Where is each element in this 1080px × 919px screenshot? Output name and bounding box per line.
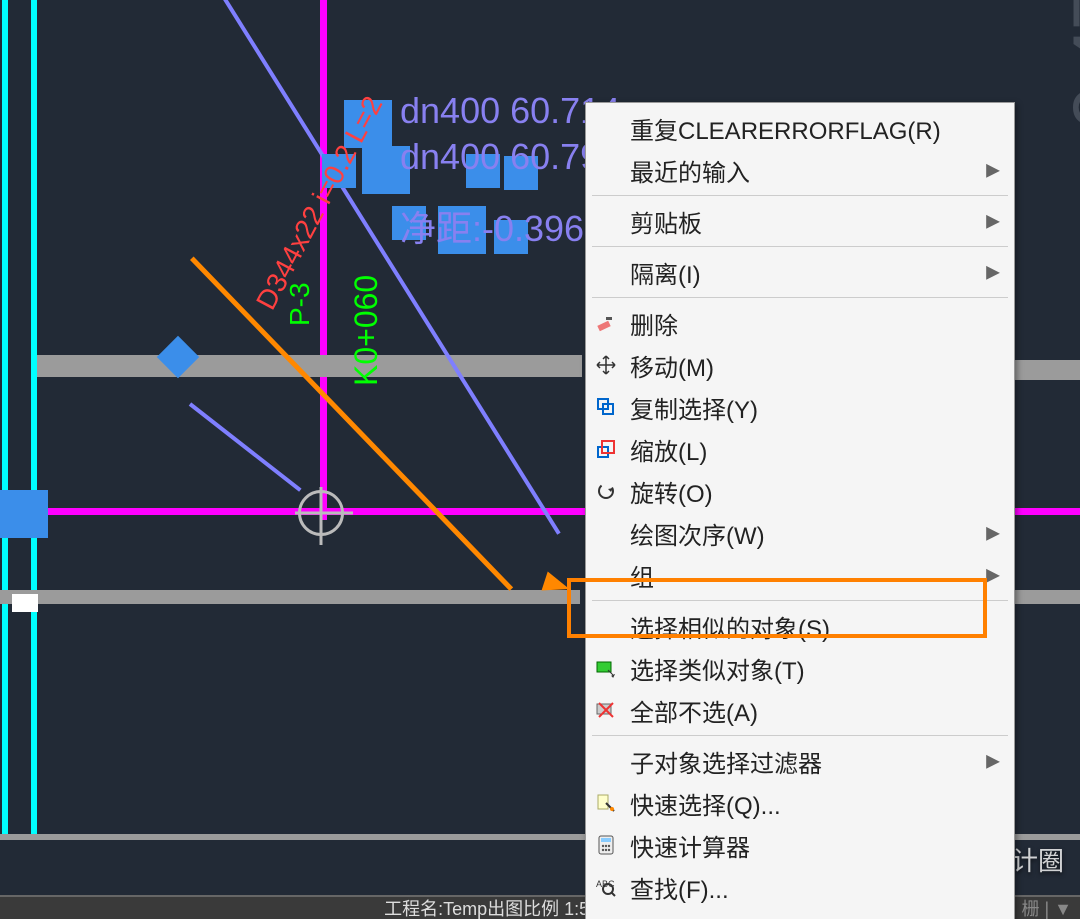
menu-separator — [592, 195, 1008, 196]
rotate-icon — [594, 479, 618, 503]
copy-icon — [594, 395, 618, 419]
menu-item[interactable]: 特性(S) — [586, 908, 1014, 919]
menu-item[interactable]: 子对象选择过滤器 ▶ — [586, 740, 1014, 782]
submenu-arrow-icon: ▶ — [986, 523, 1000, 544]
menu-item-label: 重复CLEARERRORFLAG(R) — [630, 111, 941, 146]
menu-item-label: 复制选择(Y) — [630, 390, 758, 425]
menu-item[interactable]: 最近的输入 ▶ — [586, 149, 1014, 191]
submenu-arrow-icon: ▶ — [986, 160, 1000, 181]
magenta-vline — [320, 0, 327, 520]
menu-item-label: 最近的输入 — [630, 153, 750, 188]
menu-item-label: 选择类似对象(T) — [630, 651, 805, 686]
menu-item[interactable]: 选择类似对象(T) — [586, 647, 1014, 689]
gray-bar — [1014, 590, 1080, 604]
menu-item[interactable]: 复制选择(Y) — [586, 386, 1014, 428]
menu-item-label: 子对象选择过滤器 — [630, 744, 822, 779]
menu-item-label: 剪贴板 — [630, 204, 702, 239]
menu-separator — [592, 246, 1008, 247]
menu-item[interactable]: 移动(M) — [586, 344, 1014, 386]
menu-item[interactable]: 全部不选(A) — [586, 689, 1014, 731]
menu-item-label: 绘图次序(W) — [630, 516, 765, 551]
move-icon — [594, 353, 618, 377]
context-menu: 重复CLEARERRORFLAG(R) 最近的输入 ▶ 剪贴板 ▶ 隔离(I) ▶ 删除移动(… — [585, 102, 1015, 919]
deselect-icon — [594, 698, 618, 722]
white-marker — [12, 594, 38, 612]
grip-handle[interactable] — [0, 490, 48, 538]
submenu-arrow-icon: ▶ — [986, 262, 1000, 283]
submenu-arrow-icon: ▶ — [986, 211, 1000, 232]
calc-icon — [594, 833, 618, 857]
chainage-label: K0+060 — [348, 275, 385, 386]
submenu-arrow-icon: ▶ — [986, 565, 1000, 586]
gray-bar — [1014, 360, 1080, 380]
selsim-icon — [594, 656, 618, 680]
find-icon: ABC — [594, 875, 618, 899]
menu-item[interactable]: 删除 — [586, 302, 1014, 344]
cyan-line — [31, 0, 37, 840]
menu-separator — [592, 735, 1008, 736]
menu-item[interactable]: 绘图次序(W) ▶ — [586, 512, 1014, 554]
scale-icon — [594, 437, 618, 461]
gray-bar — [37, 355, 582, 377]
menu-item-label: 隔离(I) — [630, 255, 701, 290]
menu-item-label: 全部不选(A) — [630, 693, 758, 728]
erase-icon — [594, 311, 618, 335]
menu-item-label: 移动(M) — [630, 348, 714, 383]
big-number: 0.47 — [1056, 0, 1080, 130]
node-marker — [298, 490, 344, 536]
annotation-highlight — [567, 578, 987, 638]
menu-item-label: 快速计算器 — [630, 828, 750, 863]
menu-item-label: 删除 — [630, 306, 678, 341]
menu-item[interactable]: ABC 查找(F)... — [586, 866, 1014, 908]
menu-item-label: 查找(F)... — [630, 870, 729, 905]
menu-item-label: 快速选择(Q)... — [630, 786, 781, 821]
menu-item[interactable]: 缩放(L) — [586, 428, 1014, 470]
pipe-label: dn400 60.79 — [400, 136, 600, 178]
menu-item-label: 特性(S) — [630, 912, 710, 919]
menu-item[interactable]: 剪贴板 ▶ — [586, 200, 1014, 242]
blue-diagonal — [189, 402, 302, 491]
status-right: 栅 | ▼ — [1022, 897, 1073, 919]
submenu-arrow-icon: ▶ — [986, 751, 1000, 772]
menu-separator — [592, 297, 1008, 298]
station-label: P-3 — [284, 282, 316, 326]
menu-item-label: 缩放(L) — [630, 432, 707, 467]
menu-item[interactable]: 快速选择(Q)... — [586, 782, 1014, 824]
cyan-line — [2, 0, 8, 840]
blue-diagonal — [186, 0, 560, 535]
menu-item[interactable]: 隔离(I) ▶ — [586, 251, 1014, 293]
menu-item[interactable]: 旋转(O) — [586, 470, 1014, 512]
menu-item[interactable]: 快速计算器 — [586, 824, 1014, 866]
gray-bar — [0, 590, 580, 604]
qselect-icon — [594, 791, 618, 815]
menu-item-label: 旋转(O) — [630, 474, 713, 509]
menu-item[interactable]: 重复CLEARERRORFLAG(R) — [586, 107, 1014, 149]
clearance-label: 净距:-0.396 — [400, 200, 584, 252]
